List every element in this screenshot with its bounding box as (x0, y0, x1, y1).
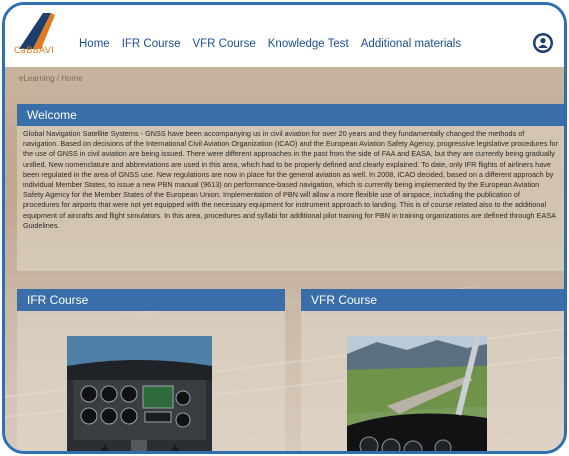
breadcrumb-current: Home (61, 74, 83, 83)
ifr-course-image[interactable] (67, 336, 212, 451)
vfr-course-image[interactable] (347, 336, 487, 451)
logo-icon (19, 13, 55, 49)
nav-additional-materials[interactable]: Additional materials (361, 38, 461, 50)
vfr-course-card[interactable]: VFR Course (301, 289, 564, 451)
vfr-course-title[interactable]: VFR Course (301, 289, 564, 311)
welcome-text: Global Navigation Satellite Systems - GN… (23, 129, 559, 230)
ifr-course-title[interactable]: IFR Course (17, 289, 285, 311)
logo-text: CaBBAVI (14, 46, 54, 56)
welcome-panel: Welcome Global Navigation Satellite Syst… (17, 104, 564, 271)
nav-knowledge-test[interactable]: Knowledge Test (268, 38, 349, 50)
nav-ifr-course[interactable]: IFR Course (122, 38, 181, 50)
top-navigation-bar: CaBBAVI Home IFR Course VFR Course Knowl… (5, 5, 564, 67)
nav-vfr-course[interactable]: VFR Course (192, 38, 255, 50)
browser-frame: CaBBAVI Home IFR Course VFR Course Knowl… (2, 2, 567, 454)
welcome-title: Welcome (17, 104, 564, 126)
user-icon[interactable] (532, 32, 554, 54)
main-content: eLearning / Home Welcome Global Navigati… (5, 67, 564, 451)
nav-home[interactable]: Home (79, 38, 110, 50)
main-nav: Home IFR Course VFR Course Knowledge Tes… (79, 38, 473, 50)
breadcrumb: eLearning / Home (19, 74, 83, 83)
breadcrumb-root[interactable]: eLearning (19, 74, 55, 83)
ifr-course-card[interactable]: IFR Course (17, 289, 285, 451)
